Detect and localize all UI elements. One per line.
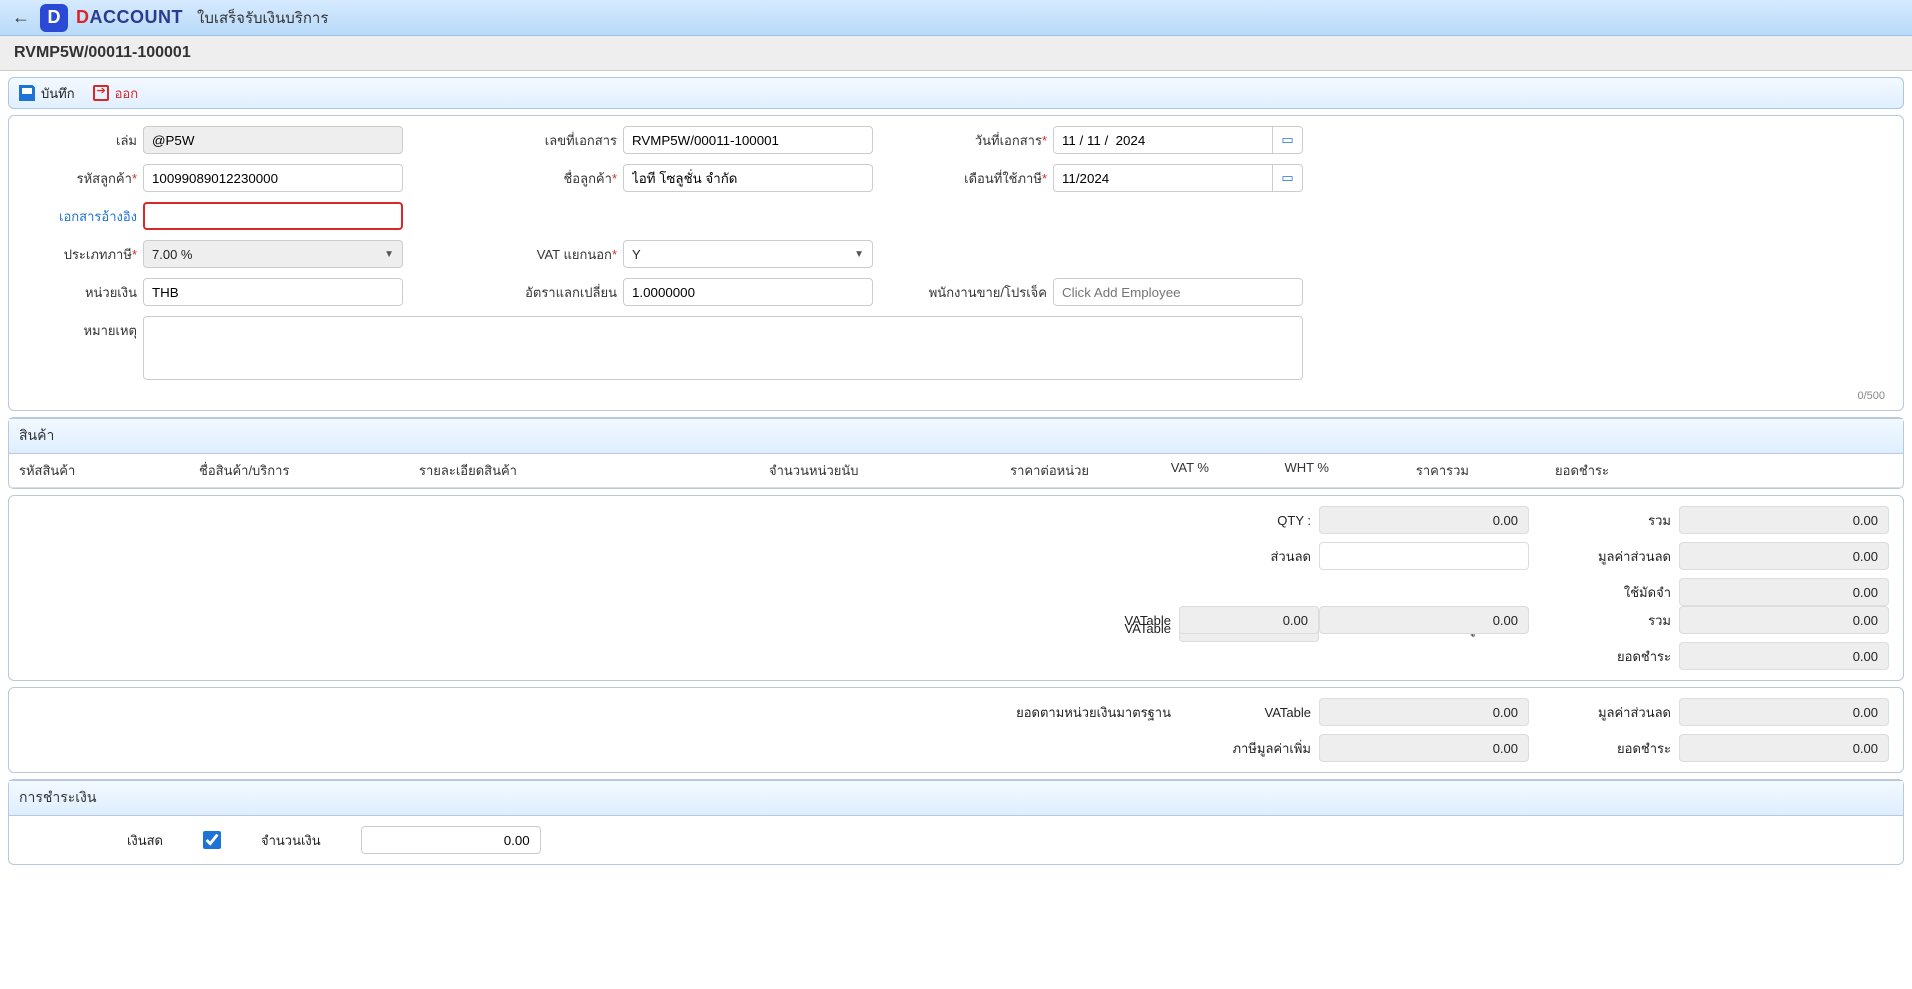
custcode-input[interactable] [143,164,403,192]
col-price: ราคาต่อหน่วย [929,460,1089,481]
deposit-value: 0.00 [1679,578,1889,606]
currency-label: หน่วยเงิน [85,282,143,303]
exit-label: ออก [115,83,139,104]
vatable-value2: 0.00 [1179,606,1319,634]
reference-label[interactable]: เอกสารอ้างอิง [59,206,143,227]
calendar-icon: ▭ [1281,132,1293,148]
page-title: ใบเสร็จรับเงินบริการ [197,6,328,30]
col-pay: ยอดชำระ [1469,460,1609,481]
discount-amount-value: 0.00 [1679,542,1889,570]
col-detail: รายละเอียดสินค้า [419,460,699,481]
items-panel: สินค้า รหัสสินค้า ชื่อสินค้า/บริการ รายล… [8,417,1904,489]
sales-input[interactable] [1053,278,1303,306]
taxmonth-calendar-button[interactable]: ▭ [1273,164,1303,192]
taxtype-select[interactable]: 7.00 %▼ [143,240,403,268]
save-icon [19,85,35,101]
deposit-label: ใช้มัดจำ [1624,582,1679,603]
b-vatable-value: 0.00 [1319,698,1529,726]
qty-value: 0.00 [1319,506,1529,534]
sales-label: พนักงานขาย/โปรเจ็ค [929,282,1053,303]
b-discamt-label: มูลค่าส่วนลด [1598,702,1679,723]
b-vatable-label: VATable [1265,705,1320,720]
amount-input[interactable] [361,826,541,854]
col-wht: WHT % [1209,460,1329,481]
discount-input[interactable] [1319,542,1529,570]
col-total: ราคารวม [1329,460,1469,481]
save-button[interactable]: บันทึก [19,83,75,104]
col-vat: VAT % [1089,460,1209,481]
discount-amount-label: มูลค่าส่วนลด [1598,546,1679,567]
vatsep-select[interactable]: Y▼ [623,240,873,268]
net-label: ยอดชำระ [1617,646,1679,667]
sum-value: 0.00 [1679,506,1889,534]
cash-label: เงินสด [23,830,163,851]
col-name: ชื่อสินค้า/บริการ [199,460,419,481]
items-column-header: รหัสสินค้า ชื่อสินค้า/บริการ รายละเอียดส… [9,454,1903,488]
book-label: เล่ม [116,130,143,151]
reference-input[interactable] [143,202,403,230]
docdate-input[interactable] [1053,126,1273,154]
docno-label: เลขที่เอกสาร [545,130,623,151]
rate-label: อัตราแลกเปลี่ยน [525,282,623,303]
cash-checkbox[interactable] [203,831,221,849]
header-form-panel: เล่ม เลขที่เอกสาร วันที่เอกสาร* ▭ รหัสลู… [8,115,1904,411]
vatable-label2: VATable [1125,613,1180,628]
payment-section-header: การชำระเงิน [9,780,1903,816]
back-button[interactable]: ← [10,7,32,28]
exit-icon [93,85,109,101]
sum2-label: รวม [1648,610,1679,631]
custname-input[interactable] [623,164,873,192]
col-code: รหัสสินค้า [19,460,199,481]
col-qty: จำนวน [699,460,809,481]
exit-button[interactable]: ออก [93,83,139,104]
b-net-label: ยอดชำระ [1617,738,1679,759]
docdate-calendar-button[interactable]: ▭ [1273,126,1303,154]
items-section-header: สินค้า [9,418,1903,454]
b-net-value: 0.00 [1679,734,1889,762]
taxtype-label: ประเภทภาษี* [64,244,143,265]
base-lead: ยอดตามหน่วยเงินมาตรฐาน [1016,702,1179,723]
docdate-label: วันที่เอกสาร* [975,130,1053,151]
b-vat-label: ภาษีมูลค่าเพิ่ม [1232,738,1319,759]
vatsep-label: VAT แยกนอก* [537,244,623,265]
book-input [143,126,403,154]
net-value: 0.00 [1679,642,1889,670]
custname-label: ชื่อลูกค้า* [563,168,623,189]
action-toolbar: บันทึก ออก [8,77,1904,109]
chevron-down-icon: ▼ [384,249,394,260]
document-number-heading: RVMP5W/00011-100001 [0,36,1912,71]
b-vat-value: 0.00 [1319,734,1529,762]
app-logo-icon: D [40,4,68,32]
custcode-label: รหัสลูกค้า* [77,168,143,189]
top-bar: ← D DACCOUNT ใบเสร็จรับเงินบริการ [0,0,1912,36]
app-wordmark: DACCOUNT [76,7,183,28]
rate-input[interactable] [623,278,873,306]
remark-counter: 0/500 [9,390,1903,410]
taxmonth-label: เดือนที่ใช้ภาษี* [964,168,1053,189]
sum-label: รวม [1648,510,1679,531]
b-discamt-value: 0.00 [1679,698,1889,726]
remark-textarea[interactable] [143,316,1303,380]
remark-label: หมายเหตุ [83,316,143,341]
docno-input[interactable] [623,126,873,154]
discount-label: ส่วนลด [1270,546,1319,567]
vat-value: 0.00 [1319,606,1529,634]
chevron-down-icon: ▼ [854,249,864,260]
payment-panel: การชำระเงิน เงินสด จำนวนเงิน [8,779,1904,865]
sum2-value: 0.00 [1679,606,1889,634]
save-label: บันทึก [41,83,75,104]
totals-panel: QTY : 0.00 รวม 0.00 ส่วนลด มูลค่าส่วนลด … [8,495,1904,681]
amount-label: จำนวนเงิน [261,830,321,851]
base-currency-panel: ยอดตามหน่วยเงินมาตรฐาน VATable 0.00 มูลค… [8,687,1904,773]
qty-label: QTY : [1277,513,1319,528]
calendar-icon: ▭ [1281,170,1293,186]
currency-input[interactable] [143,278,403,306]
taxmonth-input[interactable] [1053,164,1273,192]
col-unit: หน่วยนับ [809,460,929,481]
